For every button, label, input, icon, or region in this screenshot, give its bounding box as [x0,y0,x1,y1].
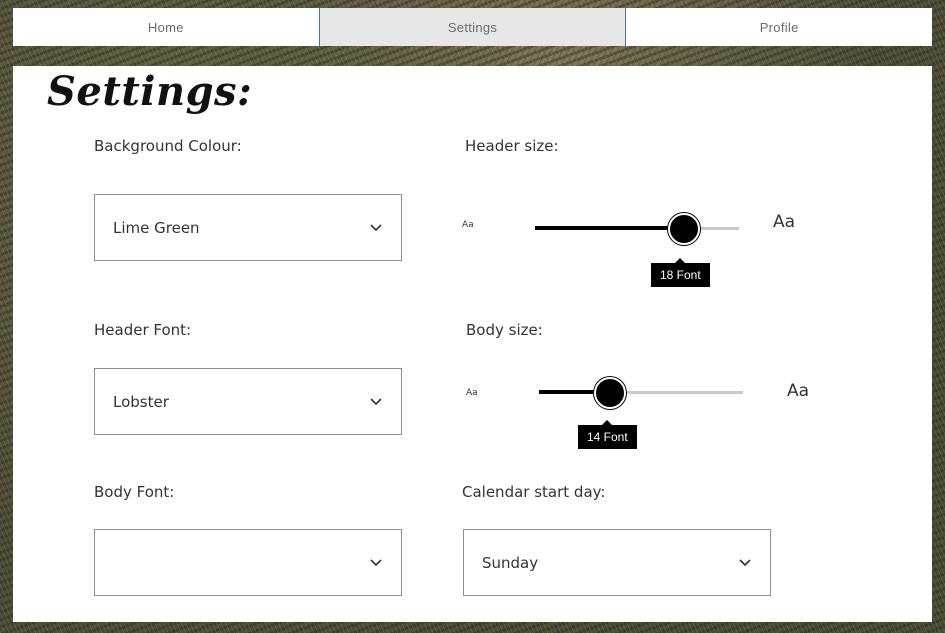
background-colour-select[interactable]: Lime Green [94,194,402,261]
header-font-select[interactable]: Lobster [94,368,402,435]
header-size-slider[interactable] [535,208,739,248]
page-title: Settings: [47,68,253,115]
calendar-start-day-label: Calendar start day: [462,483,606,501]
top-nav: Home Settings Profile [13,8,933,46]
body-font-label: Body Font: [94,483,175,501]
slider-thumb[interactable] [594,377,626,409]
chevron-down-icon [369,556,383,570]
header-size-tooltip: 18 Font [651,258,710,287]
slider-thumb[interactable] [668,213,700,245]
body-font-select[interactable] [94,529,402,596]
body-size-min-label: Aa [466,388,478,398]
header-size-label: Header size: [465,137,559,155]
header-size-max-label: Aa [773,212,796,232]
chevron-down-icon [738,556,752,570]
body-size-max-label: Aa [787,381,810,401]
tab-profile[interactable]: Profile [626,8,933,46]
background-colour-value: Lime Green [113,218,200,237]
slider-fill [535,226,684,230]
tab-settings[interactable]: Settings [318,8,627,46]
calendar-start-day-select[interactable]: Sunday [463,529,771,596]
body-size-slider[interactable] [539,372,743,412]
tab-home[interactable]: Home [13,8,319,46]
body-size-tooltip: 14 Font [578,420,637,449]
header-font-value: Lobster [113,392,169,411]
background-colour-label: Background Colour: [94,137,242,155]
calendar-start-day-value: Sunday [482,553,539,572]
chevron-down-icon [369,395,383,409]
settings-panel: Settings: Background Colour: Lime Green … [13,66,932,622]
header-font-label: Header Font: [94,321,192,339]
chevron-down-icon [369,221,383,235]
header-size-min-label: Aa [462,220,474,230]
body-size-label: Body size: [466,321,543,339]
